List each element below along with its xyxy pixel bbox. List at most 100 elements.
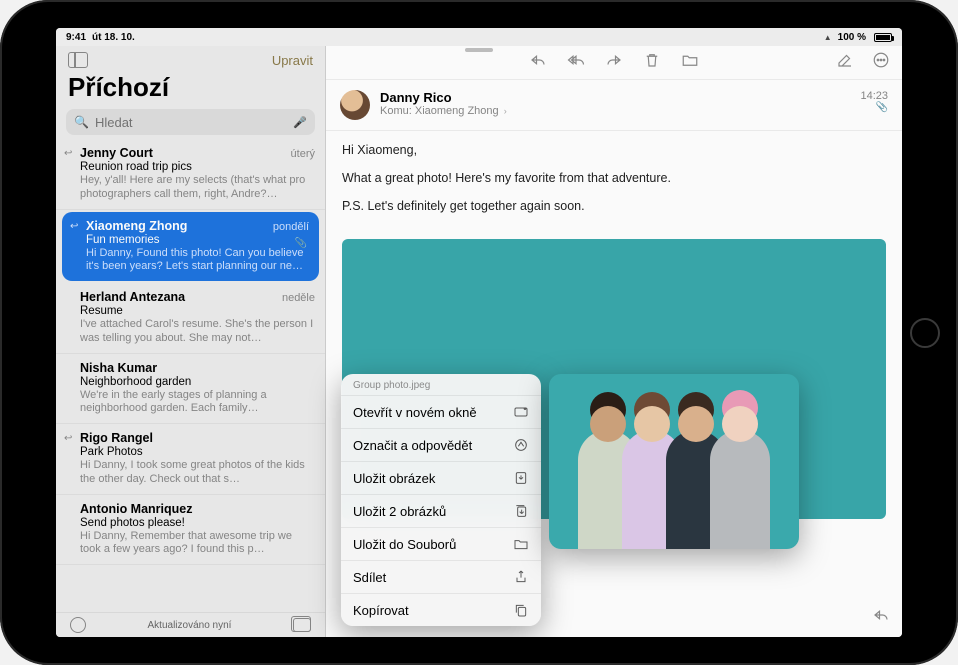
ctx-label: Uložit obrázek bbox=[353, 471, 435, 486]
sidebar-toggle-icon[interactable] bbox=[68, 52, 88, 68]
ctx-label: Označit a odpovědět bbox=[353, 438, 472, 453]
battery-percent: 100 % bbox=[838, 32, 866, 43]
reply-all-icon[interactable] bbox=[567, 51, 585, 74]
replied-icon: ↩ bbox=[64, 148, 72, 159]
item-preview: We're in the early stages of planning a … bbox=[80, 389, 315, 417]
item-preview: Hi Danny, Found this photo! Can you beli… bbox=[86, 247, 309, 275]
sender-name: Herland Antezana bbox=[80, 290, 185, 304]
replied-icon: ↩ bbox=[70, 221, 78, 232]
edit-button[interactable]: Upravit bbox=[272, 53, 313, 68]
filter-icon[interactable] bbox=[70, 617, 86, 633]
context-preview-image[interactable] bbox=[549, 374, 799, 549]
list-item[interactable]: Nisha Kumar Neighborhood garden We're in… bbox=[56, 354, 325, 425]
message-time: 14:23 bbox=[860, 90, 888, 102]
message-body: Hi Xiaomeng, What a great photo! Here's … bbox=[326, 131, 902, 235]
to-name: Xiaomeng Zhong bbox=[415, 105, 499, 117]
avatar[interactable] bbox=[340, 90, 370, 120]
list-item[interactable]: ↩ Jenny Court úterý Reunion road trip pi… bbox=[56, 139, 325, 210]
battery-icon bbox=[874, 33, 892, 42]
list-item[interactable]: Antonio Manriquez Send photos please! Hi… bbox=[56, 495, 325, 566]
ctx-label: Otevřít v novém okně bbox=[353, 405, 477, 420]
context-menu-title: Group photo.jpeg bbox=[341, 374, 541, 395]
mailbox-sidebar: Upravit Příchozí 🔍 🎤 ↩ Jenny Court úterý bbox=[56, 46, 326, 637]
mailbox-title: Příchozí bbox=[56, 70, 325, 109]
body-line: What a great photo! Here's my favorite f… bbox=[342, 169, 886, 187]
item-subject: Neighborhood garden bbox=[80, 376, 315, 388]
sender-name: Xiaomeng Zhong bbox=[86, 219, 187, 233]
compose-stack-icon[interactable] bbox=[293, 618, 311, 632]
statusbar-time: 9:41 bbox=[66, 32, 86, 43]
multitask-handle[interactable] bbox=[465, 48, 493, 52]
item-time: pondělí bbox=[273, 221, 309, 233]
item-preview: Hey, y'all! Here are my selects (that's … bbox=[80, 174, 315, 202]
ctx-markup-reply[interactable]: Označit a odpovědět bbox=[341, 428, 541, 461]
attachment-icon: 📎 bbox=[295, 238, 307, 249]
wifi-icon bbox=[824, 32, 832, 43]
item-preview: I've attached Carol's resume. She's the … bbox=[80, 318, 315, 346]
search-icon: 🔍 bbox=[74, 115, 89, 129]
from-name[interactable]: Danny Rico bbox=[380, 90, 850, 105]
ctx-label: Uložit do Souborů bbox=[353, 537, 456, 552]
body-line: P.S. Let's definitely get together again… bbox=[342, 197, 886, 215]
context-menu: Group photo.jpeg Otevřít v novém okně Oz… bbox=[341, 374, 541, 626]
screen: 9:41 út 18. 10. 100 % Upravit Příchozí 🔍 bbox=[56, 28, 902, 637]
sender-name: Jenny Court bbox=[80, 146, 153, 160]
item-subject: Resume bbox=[80, 305, 315, 317]
sender-name: Nisha Kumar bbox=[80, 361, 157, 375]
item-time: úterý bbox=[291, 148, 315, 160]
compose-icon[interactable] bbox=[836, 51, 854, 74]
status-bar: 9:41 út 18. 10. 100 % bbox=[56, 28, 902, 46]
search-input[interactable] bbox=[95, 115, 287, 130]
ctx-save-images[interactable]: Uložit 2 obrázků bbox=[341, 494, 541, 527]
item-subject: Send photos please! bbox=[80, 517, 315, 529]
trash-icon[interactable] bbox=[643, 51, 661, 74]
copy-icon bbox=[513, 602, 529, 618]
item-preview: Hi Danny, Remember that awesome trip we … bbox=[80, 530, 315, 558]
sync-status: Aktualizováno nyní bbox=[148, 620, 232, 631]
save-down-icon bbox=[513, 470, 529, 486]
forward-icon[interactable] bbox=[605, 51, 623, 74]
body-line: Hi Xiaomeng, bbox=[342, 141, 886, 159]
ctx-copy[interactable]: Kopírovat bbox=[341, 593, 541, 626]
photo-people bbox=[549, 430, 799, 549]
attachment-icon: 📎 bbox=[860, 102, 888, 113]
more-icon[interactable] bbox=[872, 51, 890, 74]
ctx-label: Uložit 2 obrázků bbox=[353, 504, 446, 519]
message-header: Danny Rico Komu: Xiaomeng Zhong › 14:23 … bbox=[326, 80, 902, 131]
open-window-icon bbox=[513, 404, 529, 420]
sidebar-footer: Aktualizováno nyní bbox=[56, 612, 325, 637]
sender-name: Rigo Rangel bbox=[80, 431, 153, 445]
person bbox=[710, 430, 770, 549]
ctx-label: Sdílet bbox=[353, 570, 386, 585]
replied-icon: ↩ bbox=[64, 433, 72, 444]
item-subject: Fun memories bbox=[86, 234, 309, 246]
reply-float-icon[interactable] bbox=[872, 606, 890, 629]
item-time: neděle bbox=[282, 292, 315, 304]
to-label: Komu: bbox=[380, 105, 412, 117]
folder-icon bbox=[513, 536, 529, 552]
ctx-label: Kopírovat bbox=[353, 603, 409, 618]
search-field[interactable]: 🔍 🎤 bbox=[66, 109, 315, 135]
item-subject: Reunion road trip pics bbox=[80, 161, 315, 173]
chevron-right-icon: › bbox=[504, 106, 507, 116]
recipient-line[interactable]: Komu: Xiaomeng Zhong › bbox=[380, 105, 850, 117]
move-icon[interactable] bbox=[681, 51, 699, 74]
message-toolbar bbox=[326, 46, 902, 80]
ctx-share[interactable]: Sdílet bbox=[341, 560, 541, 593]
ctx-save-image[interactable]: Uložit obrázek bbox=[341, 461, 541, 494]
save-stack-icon bbox=[513, 503, 529, 519]
ipad-frame: 9:41 út 18. 10. 100 % Upravit Příchozí 🔍 bbox=[0, 0, 958, 665]
home-button[interactable] bbox=[910, 318, 940, 348]
ctx-save-to-files[interactable]: Uložit do Souborů bbox=[341, 527, 541, 560]
dictate-icon[interactable]: 🎤 bbox=[293, 116, 307, 129]
statusbar-date: út 18. 10. bbox=[92, 32, 135, 43]
context-popover: Group photo.jpeg Otevřít v novém okně Oz… bbox=[341, 374, 799, 626]
list-item[interactable]: ↩ Rigo Rangel Park Photos Hi Danny, I to… bbox=[56, 424, 325, 495]
list-item[interactable]: Herland Antezana neděle Resume I've atta… bbox=[56, 283, 325, 354]
list-item[interactable]: ↩ Xiaomeng Zhong pondělí Fun memories 📎 … bbox=[62, 212, 319, 282]
message-list[interactable]: ↩ Jenny Court úterý Reunion road trip pi… bbox=[56, 139, 325, 612]
share-icon bbox=[513, 569, 529, 585]
ctx-open-new-window[interactable]: Otevřít v novém okně bbox=[341, 395, 541, 428]
item-subject: Park Photos bbox=[80, 446, 315, 458]
reply-icon[interactable] bbox=[529, 51, 547, 74]
